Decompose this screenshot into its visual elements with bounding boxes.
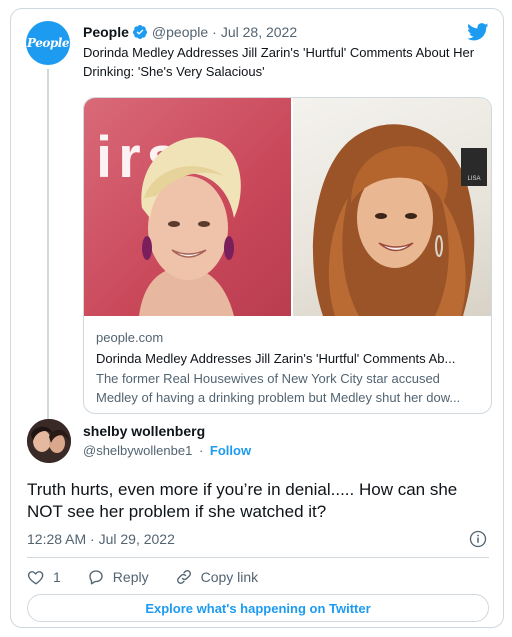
quoted-author-name[interactable]: People <box>83 23 129 41</box>
tweet-actions: 1 Reply Copy link <box>27 566 284 588</box>
link-description: The former Real Housewives of New York C… <box>96 371 461 405</box>
follow-button[interactable]: Follow <box>210 443 251 458</box>
copy-link-button[interactable]: Copy link <box>175 568 259 586</box>
copy-link-label: Copy link <box>200 569 259 585</box>
like-count: 1 <box>53 569 61 585</box>
preview-image-right: LISA <box>290 98 491 316</box>
explore-twitter-button[interactable]: Explore what's happening on Twitter <box>27 594 489 622</box>
verified-badge-icon <box>132 25 147 39</box>
reply-button[interactable]: Reply <box>87 568 149 586</box>
quoted-tweet-text: Dorinda Medley Addresses Jill Zarin's 'H… <box>83 45 475 79</box>
divider <box>27 557 489 558</box>
reply-author-name[interactable]: shelby wollenberg <box>83 423 205 439</box>
quoted-author-handle[interactable]: @people <box>152 23 208 41</box>
info-icon[interactable] <box>469 530 487 548</box>
reply-author-meta: @shelbywollenbe1 · Follow <box>83 443 251 458</box>
reply-timestamp[interactable]: 12:28 AM · Jul 29, 2022 <box>27 531 175 547</box>
link-preview-text: people.com Dorinda Medley Addresses Jill… <box>96 328 481 407</box>
dot-separator: · <box>198 443 204 458</box>
thread-line <box>47 69 49 419</box>
reply-tweet-text: Truth hurts, even more if you’re in deni… <box>27 480 458 521</box>
heart-icon <box>27 571 44 585</box>
reply-icon <box>89 570 103 585</box>
reply-author-avatar[interactable] <box>27 419 71 463</box>
link-icon <box>176 570 191 584</box>
portrait-illustration-right <box>312 124 475 316</box>
embedded-tweet-card: People People @people · Jul 28, 2022 Dor… <box>10 8 504 628</box>
link-preview-media: irs LISA <box>84 98 491 316</box>
dot-separator: · <box>212 24 217 40</box>
reply-author-handle[interactable]: @shelbywollenbe1 <box>83 443 192 458</box>
link-preview-card[interactable]: irs LISA people.com Dorinda Medley Addre… <box>83 97 492 414</box>
link-domain: people.com <box>96 330 164 345</box>
avatar-photo <box>27 419 71 463</box>
preview-image-left: irs <box>84 98 291 316</box>
like-button[interactable]: 1 <box>27 568 61 586</box>
quoted-tweet-header: People @people · Jul 28, 2022 <box>83 23 297 41</box>
reply-label: Reply <box>112 569 149 585</box>
people-avatar[interactable]: People <box>26 21 70 65</box>
portrait-illustration-left <box>139 137 241 316</box>
backdrop-stamp: LISA <box>461 148 487 186</box>
twitter-bird-icon[interactable] <box>467 23 489 41</box>
link-title: Dorinda Medley Addresses Jill Zarin's 'H… <box>96 351 456 366</box>
quoted-date[interactable]: Jul 28, 2022 <box>221 23 297 41</box>
